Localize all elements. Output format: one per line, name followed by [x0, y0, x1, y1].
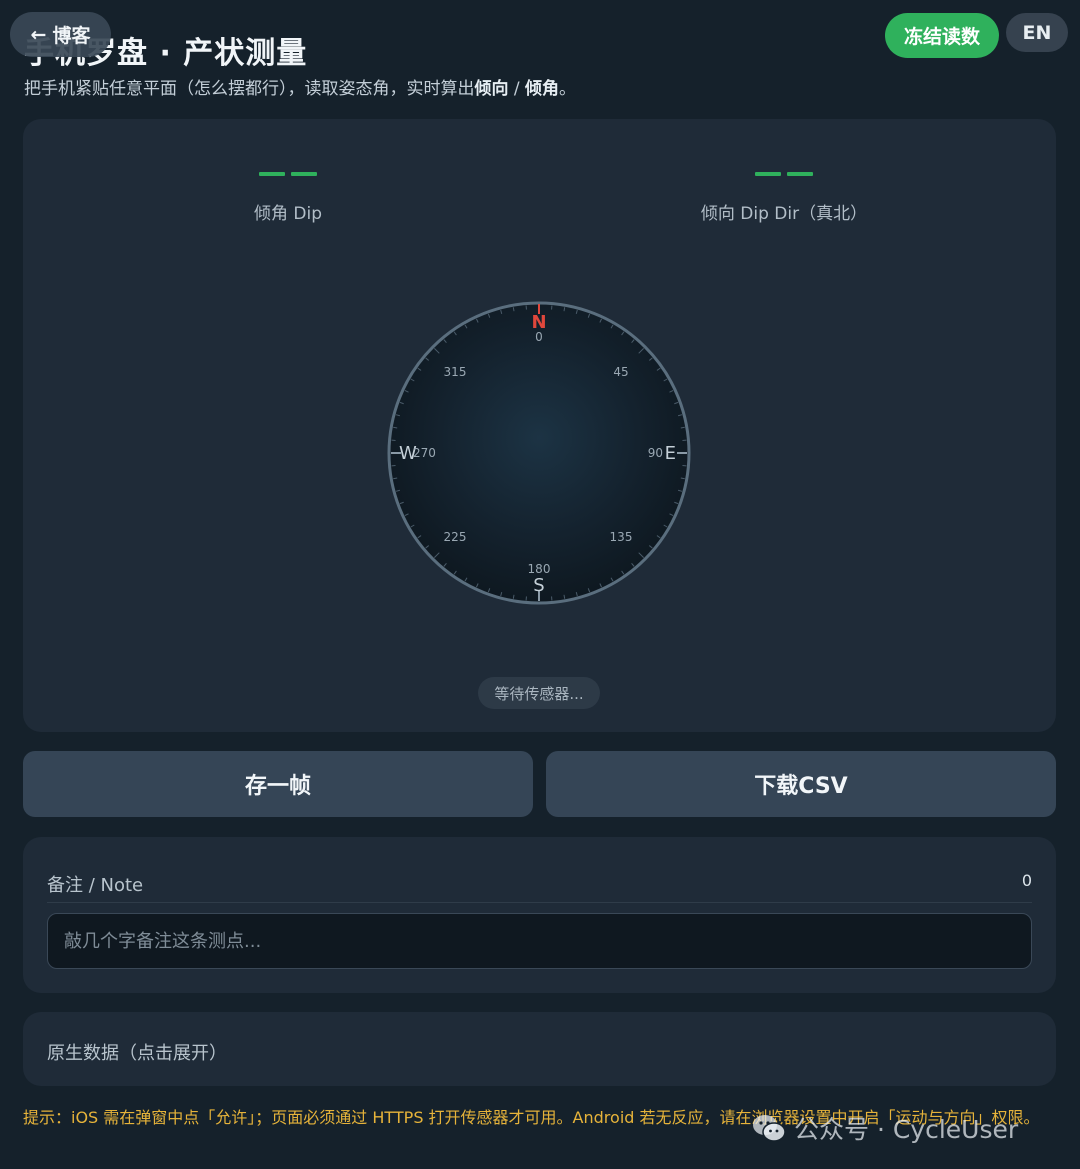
compass-deg-180: 180 [528, 562, 551, 576]
dip-reading: 倾角 Dip [88, 159, 488, 224]
note-label: 备注 / Note [47, 875, 144, 896]
compass-deg-135: 135 [610, 530, 633, 544]
subtitle-text: 把手机紧贴任意平面（怎么摆都行），读取姿态角，实时算出 [24, 79, 475, 99]
compass-tick [393, 477, 398, 480]
back-arrow-icon: ← [30, 23, 47, 46]
compass-deg-45: 45 [613, 365, 628, 379]
back-to-blog-button[interactable]: ← 博客 [10, 12, 111, 57]
app-page: 手机罗盘 · 产状测量 把手机紧贴任意平面（怎么摆都行），读取姿态角，实时算出倾… [0, 0, 1080, 1169]
note-card: 备注 / Note 0 [23, 837, 1056, 993]
subtitle-separator: / [508, 79, 526, 99]
compass-tick [680, 477, 685, 480]
dipdir-value [584, 159, 984, 176]
compass-tick [563, 307, 566, 312]
dip-value [88, 159, 488, 176]
raw-data-toggle[interactable]: 原生数据（点击展开） [23, 1012, 1056, 1086]
note-divider [47, 902, 1032, 903]
compass-tick [512, 307, 515, 312]
back-button-label: 博客 [52, 25, 91, 47]
compass-dial: N 0 180 S 90 E W 270 45 135 225 315 [387, 301, 691, 605]
freeze-reading-button[interactable]: 冻结读数 [885, 13, 999, 58]
page-subtitle: 把手机紧贴任意平面（怎么摆都行），读取姿态角，实时算出倾向 / 倾角。 [24, 74, 576, 99]
compass-tick [393, 426, 398, 429]
language-toggle-button[interactable]: EN [1006, 13, 1068, 52]
compass-deg-225: 225 [444, 530, 467, 544]
compass-tick [680, 426, 685, 429]
compass-deg-90: 90 [648, 446, 663, 460]
subtitle-end: 。 [559, 79, 577, 99]
compass-south-label: S [533, 575, 544, 596]
watermark-text: 公众号 · CycleUser [794, 1115, 1019, 1144]
compass-card: 倾角 Dip 倾向 Dip Dir（真北） N 0 180 S 90 E W 2… [23, 119, 1056, 732]
compass-deg-0: 0 [535, 330, 543, 344]
save-frame-button[interactable]: 存一帧 [23, 751, 533, 817]
raw-data-label: 原生数据（点击展开） [47, 1043, 227, 1064]
compass-deg-315: 315 [444, 365, 467, 379]
sensor-status-badge: 等待传感器... [478, 677, 600, 709]
subtitle-bold-dipdir: 倾向 [474, 79, 509, 99]
compass-east-label: E [665, 443, 676, 464]
dip-label: 倾角 Dip [253, 204, 322, 224]
download-csv-button[interactable]: 下载CSV [546, 751, 1056, 817]
compass-deg-270: 270 [413, 446, 436, 460]
watermark: 公众号 · CycleUser [752, 1110, 1018, 1146]
compass-tick [563, 594, 566, 599]
dipdir-label: 倾向 Dip Dir（真北） [700, 204, 868, 224]
compass-tick [512, 594, 515, 599]
compass-svg: N 0 180 S 90 E W 270 45 135 225 315 [387, 301, 691, 605]
note-input[interactable] [47, 913, 1032, 969]
wechat-icon [753, 1115, 786, 1142]
dipdir-reading: 倾向 Dip Dir（真北） [584, 159, 984, 224]
note-char-count: 0 [1021, 871, 1032, 890]
subtitle-bold-dip: 倾角 [525, 79, 560, 99]
